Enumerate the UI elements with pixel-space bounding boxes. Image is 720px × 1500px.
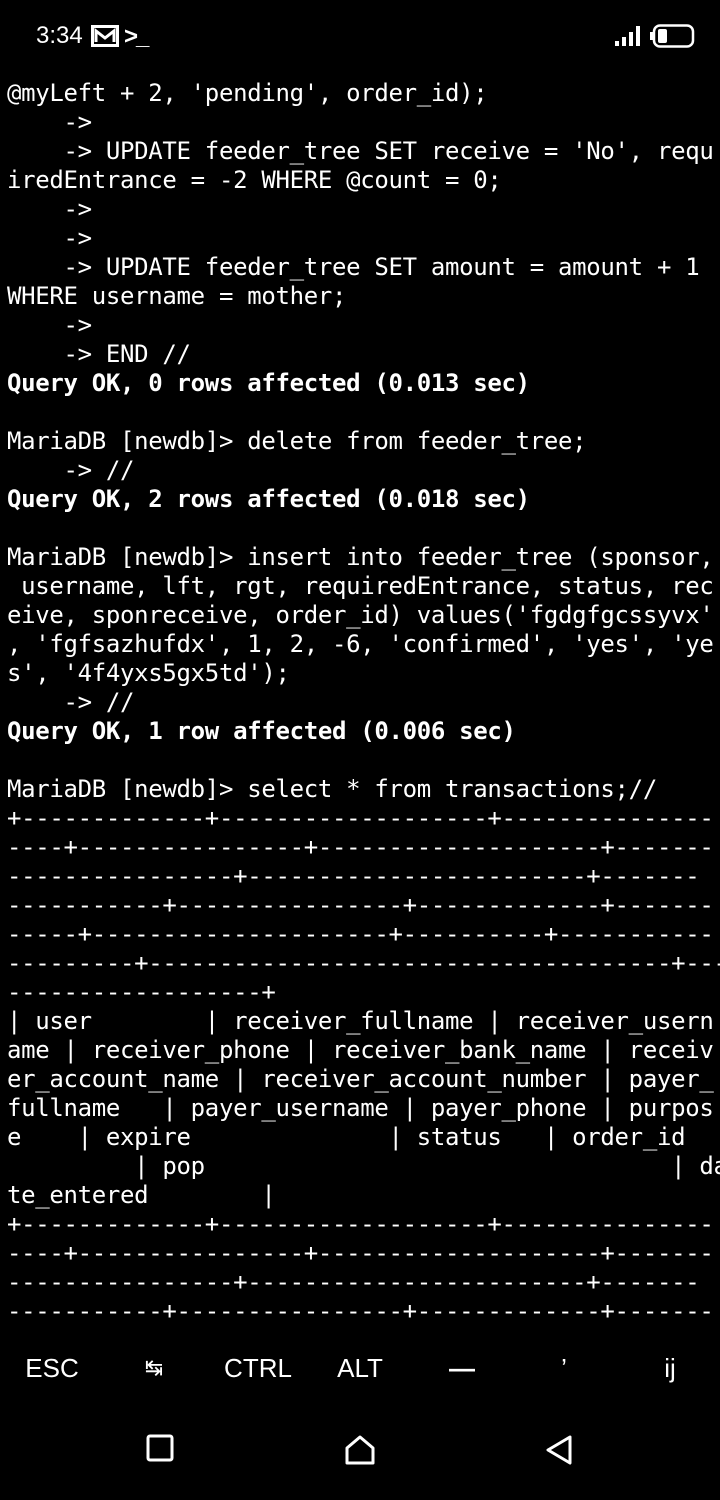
terminal-line: ------------------+ <box>7 978 276 1006</box>
terminal-line: ame | receiver_phone | receiver_bank_nam… <box>7 1036 714 1064</box>
terminal-line: -> <box>7 195 93 223</box>
terminal-line: -----------+----------------+-----------… <box>7 891 714 919</box>
terminal-line: -> UPDATE feeder_tree SET amount = amoun… <box>7 253 700 281</box>
terminal-line: -> <box>7 311 93 339</box>
back-button[interactable] <box>544 1434 574 1470</box>
terminal-line: -----+---------------------+----------+-… <box>7 920 714 948</box>
terminal-line: username, lft, rgt, requiredEntrance, st… <box>7 572 714 600</box>
terminal-line: | pop | da <box>7 1152 720 1180</box>
terminal-line: @myLeft + 2, 'pending', order_id); <box>7 79 488 107</box>
battery-icon <box>650 24 696 52</box>
home-button[interactable] <box>344 1434 376 1470</box>
extra-keys-bar: ESC ↹ CTRL ALT — ’ ij <box>0 1340 720 1396</box>
terminal-prompt-icon: >_ <box>124 23 149 50</box>
alt-key[interactable]: ALT <box>322 1340 398 1396</box>
terminal-line: Query OK, 1 row affected (0.006 sec) <box>7 717 516 745</box>
terminal-line: -> // <box>7 456 135 484</box>
terminal-line: -> UPDATE feeder_tree SET receive = 'No'… <box>7 137 714 165</box>
terminal-line: Query OK, 2 rows affected (0.018 sec) <box>7 485 530 513</box>
terminal-line: e | expire | status | order_id <box>7 1123 686 1151</box>
terminal-line: ----+----------------+------------------… <box>7 833 714 861</box>
terminal-line: MariaDB [newdb]> delete from feeder_tree… <box>7 427 587 455</box>
status-time: 3:34 <box>36 22 83 49</box>
navigation-bar <box>0 1410 720 1500</box>
terminal-line: +-------------+-------------------+-----… <box>7 1210 714 1238</box>
terminal-line: ---------+------------------------------… <box>7 949 720 977</box>
terminal-line: ----------------+-----------------------… <box>7 862 700 890</box>
signal-icon <box>615 26 641 50</box>
terminal-line: er_account_name | receiver_account_numbe… <box>7 1065 714 1093</box>
terminal-line: -----------+----------------+-----------… <box>7 1297 714 1325</box>
terminal-line: -> <box>7 108 93 136</box>
terminal-line: eive, sponreceive, order_id) values('fgd… <box>7 601 714 629</box>
terminal-line: , 'fgfsazhufdx', 1, 2, -6, 'confirmed', … <box>7 630 714 658</box>
status-bar: 3:34 >_ <box>0 0 720 72</box>
terminal-line: Query OK, 0 rows affected (0.013 sec) <box>7 369 530 397</box>
mail-icon <box>91 25 119 51</box>
terminal-line: ----+----------------+------------------… <box>7 1239 714 1267</box>
esc-key[interactable]: ESC <box>12 1340 92 1396</box>
terminal-line: te_entered | <box>7 1181 276 1209</box>
terminal-line: MariaDB [newdb]> select * from transacti… <box>7 775 657 803</box>
terminal-line: ----------------+-----------------------… <box>7 1268 700 1296</box>
terminal-line: +-------------+-------------------+-----… <box>7 804 714 832</box>
terminal-output[interactable]: @myLeft + 2, 'pending', order_id); -> ->… <box>7 79 720 1329</box>
terminal-line: s', '4f4yxs5gx5td'); <box>7 659 290 687</box>
apostrophe-key[interactable]: ’ <box>534 1340 594 1396</box>
terminal-line: -> END // <box>7 340 191 368</box>
terminal-line: iredEntrance = -2 WHERE @count = 0; <box>7 166 502 194</box>
ctrl-key[interactable]: CTRL <box>212 1340 304 1396</box>
ij-key[interactable]: ij <box>640 1340 700 1396</box>
dash-key[interactable]: — <box>432 1340 492 1396</box>
terminal-line: -> // <box>7 688 135 716</box>
recents-button[interactable] <box>146 1434 174 1466</box>
terminal-line: fullname | payer_username | payer_phone … <box>7 1094 714 1122</box>
terminal-line: | user | receiver_fullname | receiver_us… <box>7 1007 714 1035</box>
terminal-line: -> <box>7 224 93 252</box>
terminal-line: WHERE username = mother; <box>7 282 347 310</box>
terminal-line: MariaDB [newdb]> insert into feeder_tree… <box>7 543 714 571</box>
tab-key[interactable]: ↹ <box>124 1340 184 1396</box>
